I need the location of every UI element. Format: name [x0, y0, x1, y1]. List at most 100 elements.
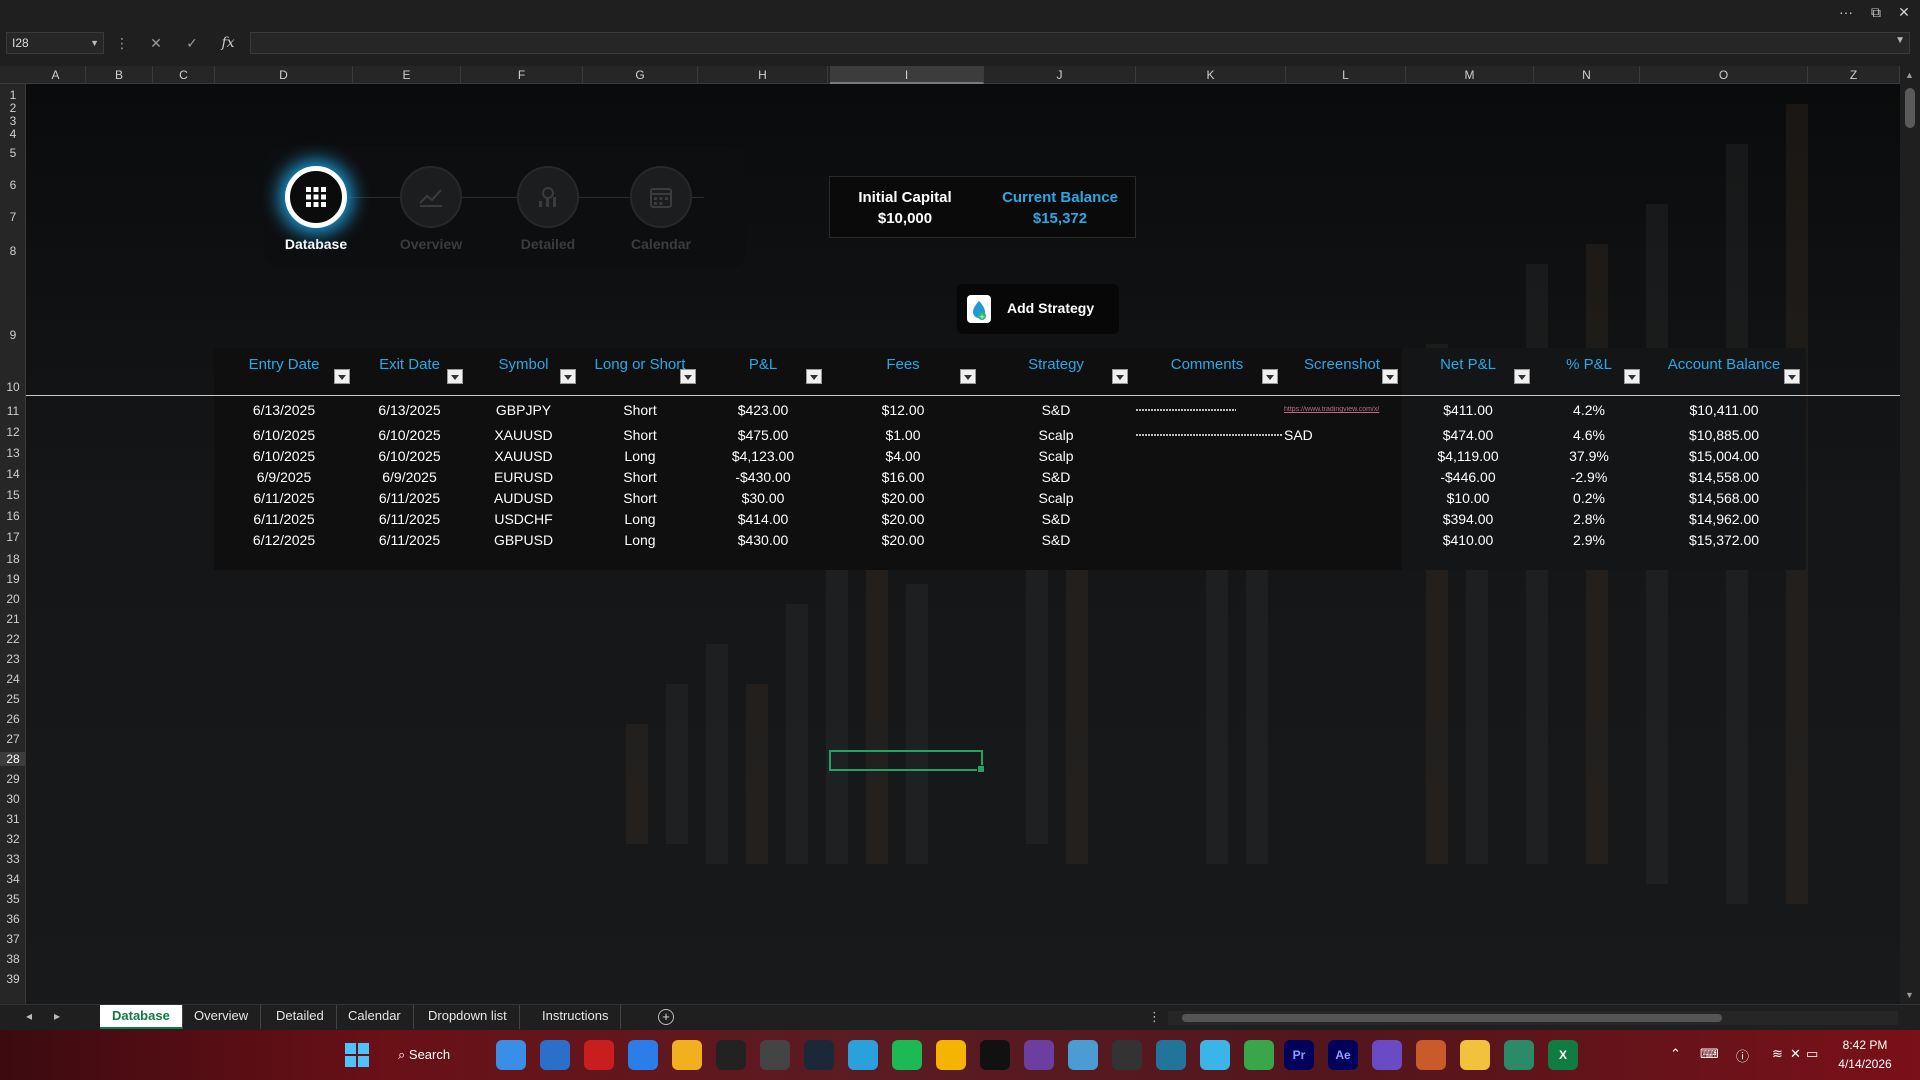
scroll-up-icon[interactable]: ▲ [1905, 70, 1914, 80]
name-box[interactable]: I28 ▼ [6, 32, 104, 54]
row-header-21[interactable]: 21 [0, 612, 25, 626]
table-cell[interactable]: USDCHF [467, 511, 580, 527]
filter-dropdown-icon[interactable] [1784, 369, 1800, 384]
row-header-34[interactable]: 34 [0, 872, 25, 886]
row-header-5[interactable]: 5 [0, 146, 25, 160]
table-cell[interactable]: Short [580, 490, 700, 506]
table-cell[interactable]: $20.00 [826, 511, 980, 527]
row-header-30[interactable]: 30 [0, 792, 25, 806]
column-header-j[interactable]: J [984, 66, 1136, 84]
table-cell[interactable]: $20.00 [826, 532, 980, 548]
table-cell[interactable]: -$430.00 [700, 469, 826, 485]
lock-icon[interactable] [1112, 1040, 1142, 1070]
sheet-tab[interactable]: Calendar [336, 1005, 414, 1029]
column-header-e[interactable]: E [353, 66, 461, 84]
filter-dropdown-icon[interactable] [1624, 369, 1640, 384]
vertical-scroll-thumb[interactable] [1905, 88, 1915, 128]
table-cell[interactable]: $20.00 [826, 490, 980, 506]
nav-detailed[interactable]: Detailed [493, 166, 603, 252]
battery-icon[interactable]: ▭ [1806, 1046, 1818, 1062]
table-cell[interactable]: EURUSD [467, 469, 580, 485]
table-cell[interactable]: 6/9/2025 [352, 469, 467, 485]
row-header-7[interactable]: 7 [0, 210, 25, 224]
table-cell[interactable]: $14,558.00 [1644, 469, 1804, 485]
column-header-z[interactable]: Z [1808, 66, 1900, 84]
taskbar-clock[interactable]: 8:42 PM 4/14/2026 [1820, 1036, 1910, 1074]
table-cell[interactable]: S&D [980, 402, 1132, 418]
table-cell[interactable]: $10.00 [1402, 490, 1534, 506]
circle-app-icon[interactable] [1200, 1040, 1230, 1070]
next-sheet-icon[interactable]: ▸ [54, 1009, 60, 1023]
table-cell[interactable]: Long [580, 511, 700, 527]
store-icon[interactable] [628, 1040, 658, 1070]
filter-dropdown-icon[interactable] [960, 369, 976, 384]
table-cell[interactable]: $414.00 [700, 511, 826, 527]
column-header-c[interactable]: C [153, 66, 215, 84]
scroll-down-icon[interactable]: ▼ [1905, 990, 1914, 1000]
vertical-scrollbar[interactable]: ▲ ▼ [1900, 66, 1920, 1004]
row-header-12[interactable]: 12 [0, 425, 25, 439]
table-cell[interactable]: 6/11/2025 [352, 511, 467, 527]
row-header-17[interactable]: 17 [0, 530, 25, 544]
table-cell[interactable]: $15,372.00 [1644, 532, 1804, 548]
table-cell[interactable]: $30.00 [700, 490, 826, 506]
chrome-icon[interactable] [672, 1040, 702, 1070]
file-manager-icon[interactable] [496, 1040, 526, 1070]
detail-chart-icon[interactable] [517, 166, 579, 228]
more-options-icon[interactable]: ··· [1832, 2, 1860, 22]
app-icon[interactable] [1024, 1040, 1054, 1070]
table-cell[interactable]: Scalp [980, 448, 1132, 464]
table-cell[interactable]: Scalp [980, 427, 1132, 443]
column-header-a[interactable]: A [26, 66, 86, 84]
row-header-19[interactable]: 19 [0, 572, 25, 586]
column-header-b[interactable]: B [86, 66, 153, 84]
row-header-11[interactable]: 11 [0, 404, 25, 418]
nav-overview[interactable]: Overview [376, 166, 486, 252]
table-cell[interactable]: 4.2% [1534, 402, 1644, 418]
selected-cell[interactable] [829, 750, 985, 773]
row-header-39[interactable]: 39 [0, 972, 25, 986]
table-cell[interactable]: $1.00 [826, 427, 980, 443]
obs-icon[interactable] [760, 1040, 790, 1070]
table-cell[interactable]: 6/12/2025 [214, 532, 354, 548]
table-cell[interactable]: 6/11/2025 [352, 490, 467, 506]
table-cell[interactable]: $10,411.00 [1644, 402, 1804, 418]
column-header-g[interactable]: G [583, 66, 698, 84]
table-cell[interactable]: 37.9% [1534, 448, 1644, 464]
table-cell[interactable]: $10,885.00 [1644, 427, 1804, 443]
monitor-icon[interactable] [540, 1040, 570, 1070]
column-header-f[interactable]: F [461, 66, 583, 84]
column-header-m[interactable]: M [1406, 66, 1534, 84]
table-cell[interactable]: S&D [980, 469, 1132, 485]
table-cell[interactable]: 2.8% [1534, 511, 1644, 527]
row-header-15[interactable]: 15 [0, 488, 25, 502]
steam-icon[interactable] [804, 1040, 834, 1070]
table-cell[interactable]: GBPUSD [467, 532, 580, 548]
table-cell[interactable]: $394.00 [1402, 511, 1534, 527]
table-cell[interactable]: 0.2% [1534, 490, 1644, 506]
table-cell[interactable]: 6/11/2025 [214, 490, 354, 506]
row-header-10[interactable]: 10 [0, 380, 25, 394]
row-header-20[interactable]: 20 [0, 592, 25, 606]
table-cell[interactable]: 6/13/2025 [214, 402, 354, 418]
folder-icon[interactable] [1460, 1040, 1490, 1070]
row-header-31[interactable]: 31 [0, 812, 25, 826]
table-cell[interactable]: $4,119.00 [1402, 448, 1534, 464]
filter-dropdown-icon[interactable] [680, 369, 696, 384]
filter-dropdown-icon[interactable] [1382, 369, 1398, 384]
keyboard-icon[interactable]: ⌨ [1700, 1046, 1719, 1062]
row-header-38[interactable]: 38 [0, 952, 25, 966]
sheet-tab[interactable]: Dropdown list [416, 1005, 520, 1029]
table-cell[interactable]: $475.00 [700, 427, 826, 443]
column-header-k[interactable]: K [1136, 66, 1286, 84]
filter-dropdown-icon[interactable] [334, 369, 350, 384]
sheet-tab[interactable]: Database [100, 1005, 183, 1029]
table-cell[interactable]: 6/11/2025 [352, 532, 467, 548]
table-cell[interactable]: Long [580, 532, 700, 548]
table-cell[interactable]: 6/9/2025 [214, 469, 354, 485]
excel-icon[interactable]: X [1548, 1040, 1578, 1070]
sheet-area[interactable]: Database Overview Detailed Calendar Init… [26, 84, 1900, 1004]
sheet-tab[interactable]: Overview [182, 1005, 262, 1029]
archive-icon[interactable] [1416, 1040, 1446, 1070]
row-header-1[interactable]: 1 [0, 88, 25, 102]
